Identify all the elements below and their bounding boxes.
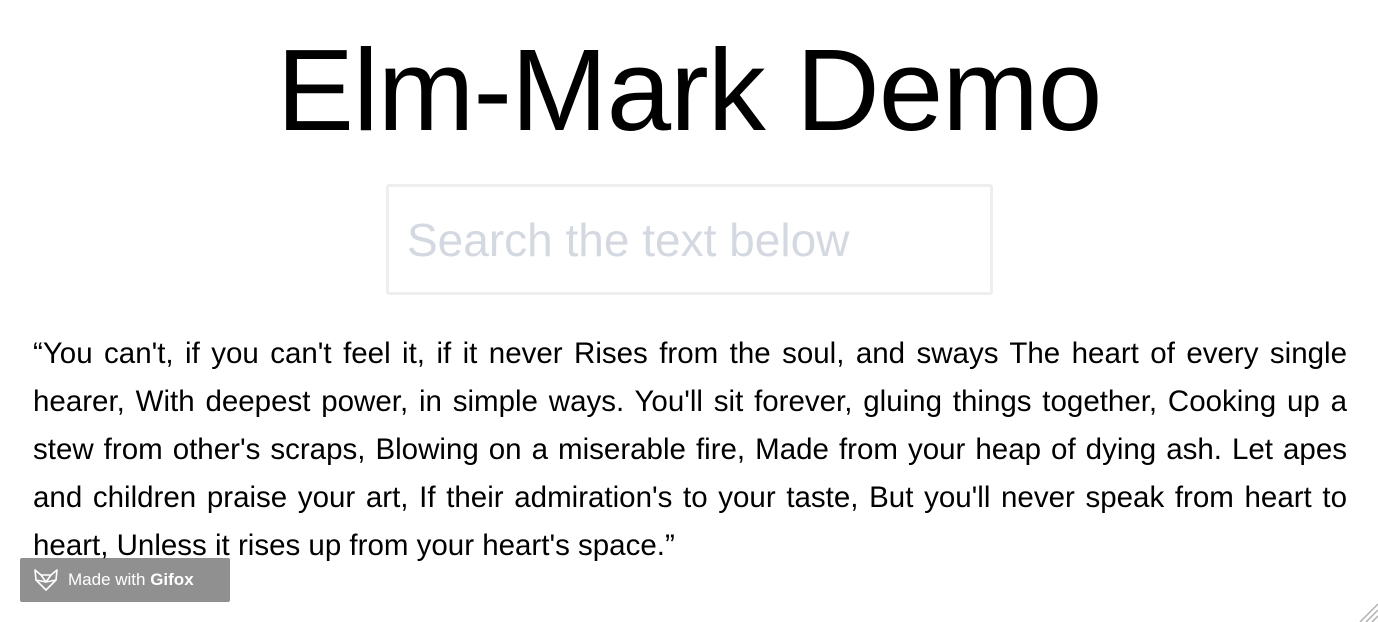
page-title: Elm-Mark Demo	[276, 25, 1103, 155]
fox-logo-icon	[34, 569, 58, 591]
gifox-watermark: Made with Gifox	[20, 558, 230, 602]
gifox-brand: Gifox	[150, 570, 194, 589]
gifox-label: Made with Gifox	[68, 570, 194, 590]
page: Elm-Mark Demo “You can't, if you can't f…	[0, 0, 1378, 622]
gifox-prefix: Made with	[68, 570, 151, 589]
resize-grip-icon[interactable]	[1356, 600, 1378, 622]
search-box[interactable]	[386, 184, 993, 295]
search-input[interactable]	[389, 187, 990, 292]
searchable-text: “You can't, if you can't feel it, if it …	[33, 337, 1347, 562]
